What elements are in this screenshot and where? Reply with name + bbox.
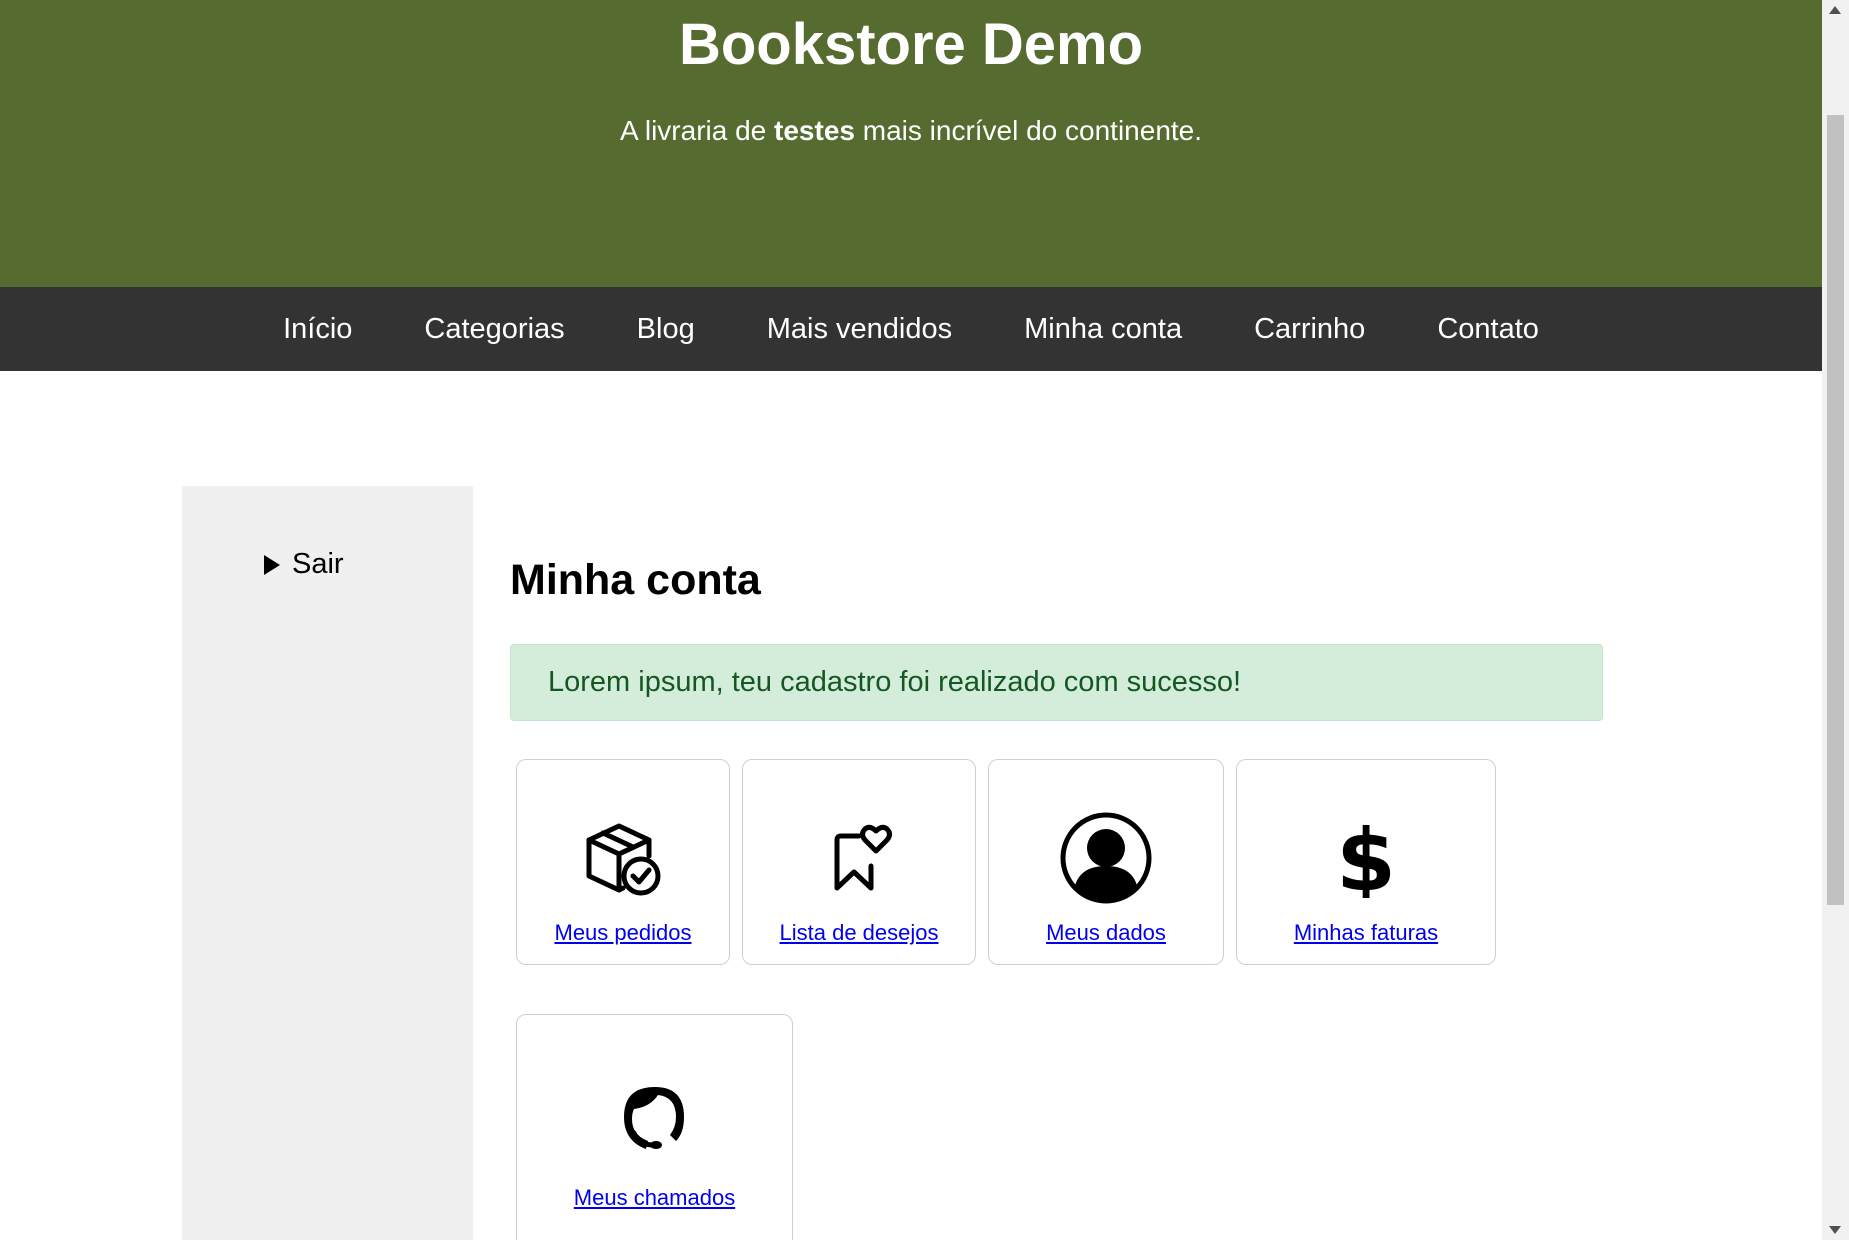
scrollbar-thumb[interactable] <box>1827 115 1844 905</box>
headset-icon <box>517 1083 792 1163</box>
link-meus-pedidos[interactable]: Meus pedidos <box>517 920 729 946</box>
card-lista-de-desejos[interactable]: Lista de desejos <box>742 759 976 965</box>
tagline-prefix: A livraria de <box>619 115 775 146</box>
card-meus-pedidos[interactable]: Meus pedidos <box>516 759 730 965</box>
page: Bookstore Demo A livraria de testes mais… <box>0 0 1822 1240</box>
account-layout: Sair Minha conta Lorem ipsum, teu cadast… <box>182 486 1642 1240</box>
link-minhas-faturas[interactable]: Minhas faturas <box>1237 920 1495 946</box>
user-circle-icon <box>989 812 1223 904</box>
dollar-icon: $ <box>1237 814 1495 898</box>
package-check-icon <box>517 818 729 898</box>
sidebar: Sair <box>182 486 473 1240</box>
site-title: Bookstore Demo <box>678 12 1144 77</box>
scroll-down-icon[interactable] <box>1829 1226 1841 1234</box>
scroll-up-icon[interactable] <box>1829 6 1841 14</box>
main-nav: Início Categorias Blog Mais vendidos Min… <box>0 287 1822 371</box>
logout-toggle[interactable]: Sair <box>264 548 344 581</box>
logout-label: Sair <box>292 548 344 580</box>
card-meus-chamados[interactable]: Meus chamados <box>516 1014 793 1240</box>
nav-item-contato[interactable]: Contato <box>1401 287 1575 371</box>
tagline-suffix: mais incrível do continente. <box>854 115 1203 146</box>
bookmark-heart-icon <box>743 818 975 898</box>
success-alert: Lorem ipsum, teu cadastro foi realizado … <box>510 644 1603 721</box>
link-meus-dados[interactable]: Meus dados <box>989 920 1223 946</box>
nav-item-blog[interactable]: Blog <box>601 287 731 371</box>
nav-item-inicio[interactable]: Início <box>247 287 388 371</box>
site-tagline: A livraria de testes mais incrível do co… <box>0 113 1822 149</box>
disclosure-triangle-icon <box>264 554 280 575</box>
card-meus-dados[interactable]: Meus dados <box>988 759 1224 965</box>
vertical-scrollbar[interactable] <box>1822 0 1849 1240</box>
svg-text:$: $ <box>1336 814 1396 898</box>
page-title: Minha conta <box>510 556 761 604</box>
nav-item-categorias[interactable]: Categorias <box>388 287 600 371</box>
nav-item-mais-vendidos[interactable]: Mais vendidos <box>731 287 988 371</box>
nav-item-carrinho[interactable]: Carrinho <box>1218 287 1401 371</box>
nav-item-minha-conta[interactable]: Minha conta <box>988 287 1218 371</box>
tagline-bold: testes <box>774 115 855 146</box>
card-minhas-faturas[interactable]: $ Minhas faturas <box>1236 759 1496 965</box>
site-header: Bookstore Demo A livraria de testes mais… <box>0 0 1822 287</box>
link-lista-de-desejos[interactable]: Lista de desejos <box>743 920 975 946</box>
link-meus-chamados[interactable]: Meus chamados <box>517 1185 792 1211</box>
